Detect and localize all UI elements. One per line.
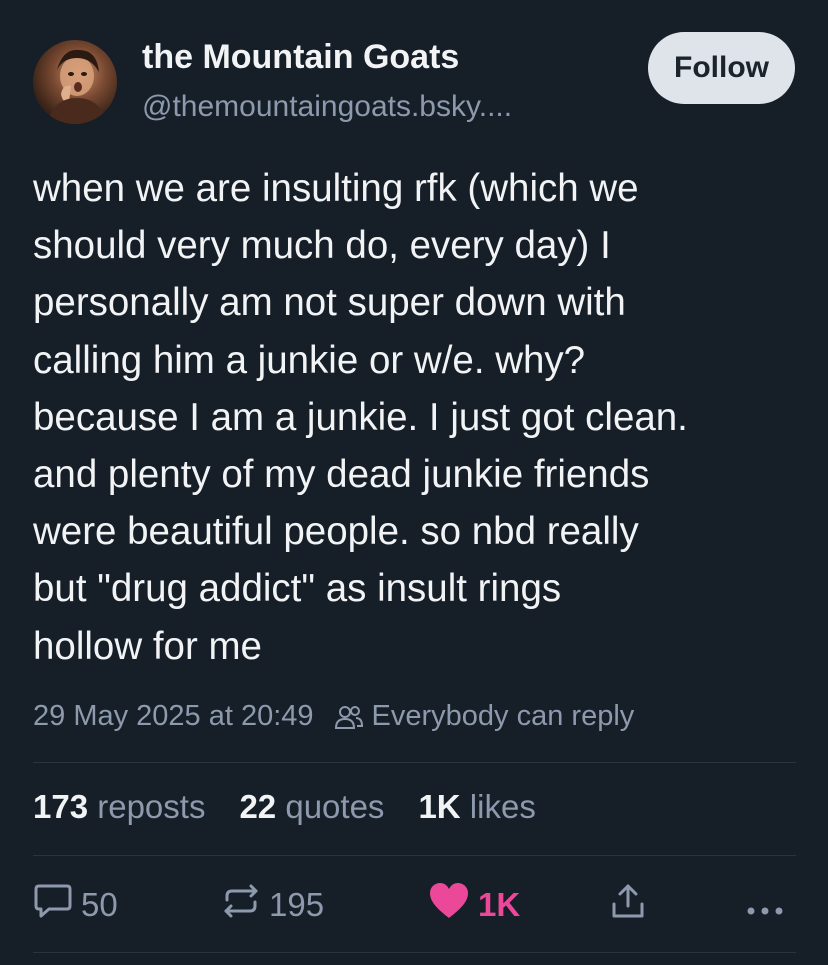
post-text-line: because I am a junkie. I just got clean.	[33, 395, 688, 439]
quotes-label: quotes	[285, 788, 385, 825]
avatar-image	[47, 49, 107, 124]
quotes-count: 22	[239, 788, 277, 825]
post-text-line: when we are insulting rfk (which we	[33, 167, 639, 210]
post-text-line: personally am not super down with	[33, 281, 626, 325]
follow-button[interactable]: Follow	[648, 32, 795, 104]
post-text-line: calling him a junkie or w/e. why?	[33, 338, 586, 382]
author-handle[interactable]: @themountaingoats.bsky....	[142, 90, 512, 124]
divider	[33, 762, 796, 763]
likes-stat[interactable]: 1K likes	[418, 788, 535, 826]
post-text-line: were beautiful people. so nbd really	[33, 510, 639, 554]
divider	[33, 952, 796, 953]
reposts-stat[interactable]: 173 reposts	[33, 788, 205, 826]
divider	[33, 855, 796, 856]
more-options-button[interactable]	[745, 880, 785, 930]
more-dots-icon	[745, 886, 785, 924]
share-button[interactable]	[610, 880, 646, 930]
reposts-label: reposts	[97, 788, 206, 825]
repost-arrows-icon	[221, 882, 261, 928]
likes-count: 1K	[418, 788, 461, 825]
quotes-stat[interactable]: 22 quotes	[239, 788, 384, 826]
likes-label: likes	[469, 788, 536, 825]
post-timestamp[interactable]: 29 May 2025 at 20:49	[33, 700, 314, 733]
post-text: when we are insulting rfk (which we shou…	[33, 160, 803, 675]
reposts-count: 173	[33, 788, 89, 825]
share-icon	[610, 882, 646, 928]
repost-count: 195	[269, 886, 325, 923]
author-display-name[interactable]: the Mountain Goats	[142, 38, 459, 77]
people-icon	[334, 703, 364, 731]
like-button[interactable]: 1K	[428, 880, 520, 930]
reply-button[interactable]: 50	[33, 880, 118, 930]
post-meta: 29 May 2025 at 20:49 Everybody can reply	[33, 700, 634, 733]
like-count: 1K	[478, 886, 521, 923]
repost-button[interactable]: 195	[221, 880, 324, 930]
post-text-line: and plenty of my dead junkie friends	[33, 453, 650, 497]
avatar[interactable]	[33, 40, 117, 124]
post-text-line: but "drug addict" as insult rings	[33, 567, 562, 611]
heart-icon	[428, 882, 470, 928]
post-text-line: should very much do, every day) I	[33, 224, 611, 268]
speech-bubble-icon	[33, 882, 73, 928]
reply-setting-label: Everybody can reply	[371, 700, 635, 732]
reply-count: 50	[81, 886, 118, 923]
post-actions: 50 195 1K	[33, 880, 796, 930]
post-text-line: hollow for me	[33, 624, 262, 668]
post-thread-view: the Mountain Goats @themountaingoats.bsk…	[0, 0, 828, 965]
post-stats: 173 reposts 22 quotes 1K likes	[33, 788, 570, 826]
